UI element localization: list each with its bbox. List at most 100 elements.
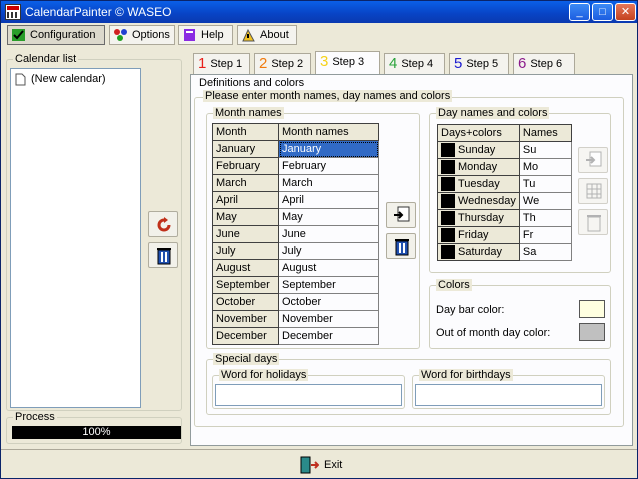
tab-number: 6 (518, 55, 527, 72)
import-day-names-button[interactable] (578, 147, 608, 173)
day-name-cell[interactable]: Mo (518, 158, 572, 176)
month-cell: October (212, 293, 279, 311)
grid-button[interactable] (578, 178, 608, 204)
table-row[interactable]: November November (212, 310, 379, 328)
out-of-month-color-swatch[interactable] (579, 323, 605, 341)
table-row[interactable]: June June (212, 225, 379, 243)
about-button[interactable]: About (237, 25, 297, 45)
month-name-cell[interactable]: June (278, 225, 379, 243)
title-bar[interactable]: CalendarPainter © WASEO _ □ ✕ (1, 1, 637, 23)
day-table[interactable]: Days+colors Names Sunday Su Monday Mo Tuesda… (437, 124, 572, 261)
day-color-swatch[interactable] (441, 228, 455, 242)
tab-number: 5 (454, 55, 463, 72)
day-name-cell[interactable]: We (518, 192, 572, 210)
day-name-cell[interactable]: Th (518, 209, 572, 227)
month-name-cell[interactable]: May (278, 208, 379, 226)
table-row[interactable]: January January (212, 140, 379, 158)
month-column-header[interactable]: Month (212, 123, 279, 141)
delete-month-names-button[interactable] (386, 233, 416, 259)
month-name-cell[interactable]: September (278, 276, 379, 294)
month-name-cell[interactable]: November (278, 310, 379, 328)
month-name-cell[interactable]: January (278, 140, 379, 158)
day-label: Wednesday (458, 194, 516, 207)
table-row[interactable]: Wednesday We (437, 192, 572, 210)
day-names-column-header[interactable]: Names (518, 124, 572, 142)
tab-step-3[interactable]: 3 Step 3 (315, 51, 380, 75)
table-row[interactable]: April April (212, 191, 379, 209)
month-name-cell[interactable]: March (278, 174, 379, 192)
month-cell: November (212, 310, 279, 328)
about-icon (242, 28, 255, 42)
table-row[interactable]: Friday Fr (437, 226, 572, 244)
day-name-cell[interactable]: Tu (518, 175, 572, 193)
refresh-button[interactable] (148, 211, 178, 237)
table-row[interactable]: Monday Mo (437, 158, 572, 176)
calendar-list[interactable]: (New calendar) (10, 68, 141, 408)
table-row[interactable]: December December (212, 327, 379, 345)
table-row[interactable]: March March (212, 174, 379, 192)
day-label: Thursday (458, 211, 504, 224)
month-name-cell[interactable]: October (278, 293, 379, 311)
month-name-cell[interactable]: April (278, 191, 379, 209)
holidays-input[interactable] (215, 384, 402, 406)
day-color-swatch[interactable] (441, 245, 455, 259)
day-color-swatch[interactable] (441, 177, 455, 191)
delete-calendar-button[interactable] (148, 242, 178, 268)
close-button[interactable]: ✕ (615, 3, 636, 21)
day-name-cell[interactable]: Sa (518, 243, 572, 261)
instruction-text: Please enter month names, day names and … (203, 90, 453, 102)
tab-step-5[interactable]: 5 Step 5 (449, 53, 509, 74)
day-color-swatch[interactable] (441, 211, 455, 225)
table-row[interactable]: Saturday Sa (437, 243, 572, 261)
month-cell: June (212, 225, 279, 243)
day-bar-color-swatch[interactable] (579, 300, 605, 318)
month-name-cell[interactable]: August (278, 259, 379, 277)
month-name-cell[interactable]: December (278, 327, 379, 345)
day-name-cell[interactable]: Fr (518, 226, 572, 244)
month-table[interactable]: Month Month names January January February… (212, 123, 379, 345)
day-cell[interactable]: Wednesday (437, 192, 520, 210)
tab-step-1[interactable]: 1 Step 1 (193, 53, 250, 74)
day-name-cell[interactable]: Su (518, 141, 572, 159)
month-name-cell[interactable]: July (278, 242, 379, 260)
day-cell[interactable]: Saturday (437, 243, 520, 261)
month-names-column-header[interactable]: Month names (278, 123, 379, 141)
table-row[interactable]: May May (212, 208, 379, 226)
exit-button[interactable]: Exit (295, 453, 347, 475)
grid-icon (586, 183, 602, 199)
day-color-swatch[interactable] (441, 143, 455, 157)
day-cell[interactable]: Thursday (437, 209, 520, 227)
days-colors-column-header[interactable]: Days+colors (437, 124, 520, 142)
minimize-button[interactable]: _ (569, 3, 590, 21)
birthdays-input[interactable] (415, 384, 602, 406)
trash-icon (587, 215, 601, 232)
day-cell[interactable]: Friday (437, 226, 520, 244)
colors-label: Colors (436, 279, 472, 291)
table-row[interactable]: October October (212, 293, 379, 311)
day-color-swatch[interactable] (441, 194, 455, 208)
tab-step-4[interactable]: 4 Step 4 (384, 53, 445, 74)
table-row[interactable]: September September (212, 276, 379, 294)
day-cell[interactable]: Monday (437, 158, 520, 176)
table-row[interactable]: July July (212, 242, 379, 260)
maximize-button[interactable]: □ (592, 3, 613, 21)
help-label: Help (201, 29, 224, 41)
delete-day-names-button[interactable] (578, 209, 608, 235)
month-name-cell[interactable]: February (278, 157, 379, 175)
table-row[interactable]: February February (212, 157, 379, 175)
table-row[interactable]: August August (212, 259, 379, 277)
help-button[interactable]: Help (178, 25, 233, 45)
tab-step-2[interactable]: 2 Step 2 (254, 53, 311, 74)
month-table-wrap: Month Month names January January February… (212, 123, 379, 345)
app-window: CalendarPainter © WASEO _ □ ✕ Configurat… (0, 0, 638, 479)
table-row[interactable]: Thursday Th (437, 209, 572, 227)
day-cell[interactable]: Tuesday (437, 175, 520, 193)
configuration-button[interactable]: Configuration (7, 25, 105, 45)
day-cell[interactable]: Sunday (437, 141, 520, 159)
day-color-swatch[interactable] (441, 160, 455, 174)
tab-step-6[interactable]: 6 Step 6 (513, 53, 575, 74)
table-row[interactable]: Tuesday Tu (437, 175, 572, 193)
import-month-names-button[interactable] (386, 202, 416, 228)
options-button[interactable]: Options (109, 25, 175, 45)
table-row[interactable]: Sunday Su (437, 141, 572, 159)
